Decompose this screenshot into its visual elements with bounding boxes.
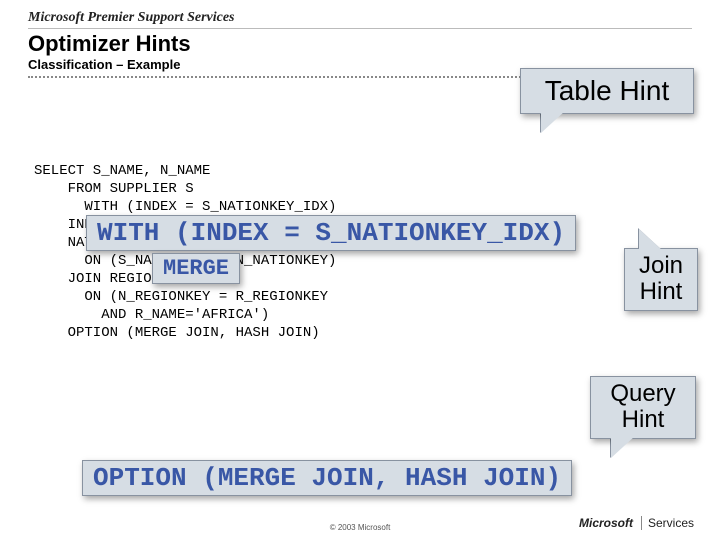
ms-services-logo: Microsoft Services	[579, 516, 694, 530]
callout-label: Table Hint	[521, 69, 693, 113]
callout-label: Join Hint	[625, 249, 697, 310]
callout-tail	[611, 436, 635, 458]
callout-label: Query Hint	[591, 377, 695, 438]
sql-code-block: SELECT S_NAME, N_NAME FROM SUPPLIER S WI…	[34, 162, 336, 342]
codebox-merge: MERGE	[152, 253, 240, 284]
logo-microsoft: Microsoft	[579, 516, 633, 530]
codebox-with-index: WITH (INDEX = S_NATIONKEY_IDX)	[86, 215, 576, 251]
brand-line: Microsoft Premier Support Services	[28, 10, 692, 29]
callout-query-hint: Query Hint	[590, 376, 696, 439]
page-title: Optimizer Hints	[28, 31, 692, 57]
callout-table-hint: Table Hint	[520, 68, 694, 114]
logo-services: Services	[641, 516, 694, 530]
callout-join-hint: Join Hint	[624, 248, 698, 311]
callout-tail	[639, 229, 663, 251]
codebox-option: OPTION (MERGE JOIN, HASH JOIN)	[82, 460, 572, 496]
callout-tail	[541, 111, 565, 133]
